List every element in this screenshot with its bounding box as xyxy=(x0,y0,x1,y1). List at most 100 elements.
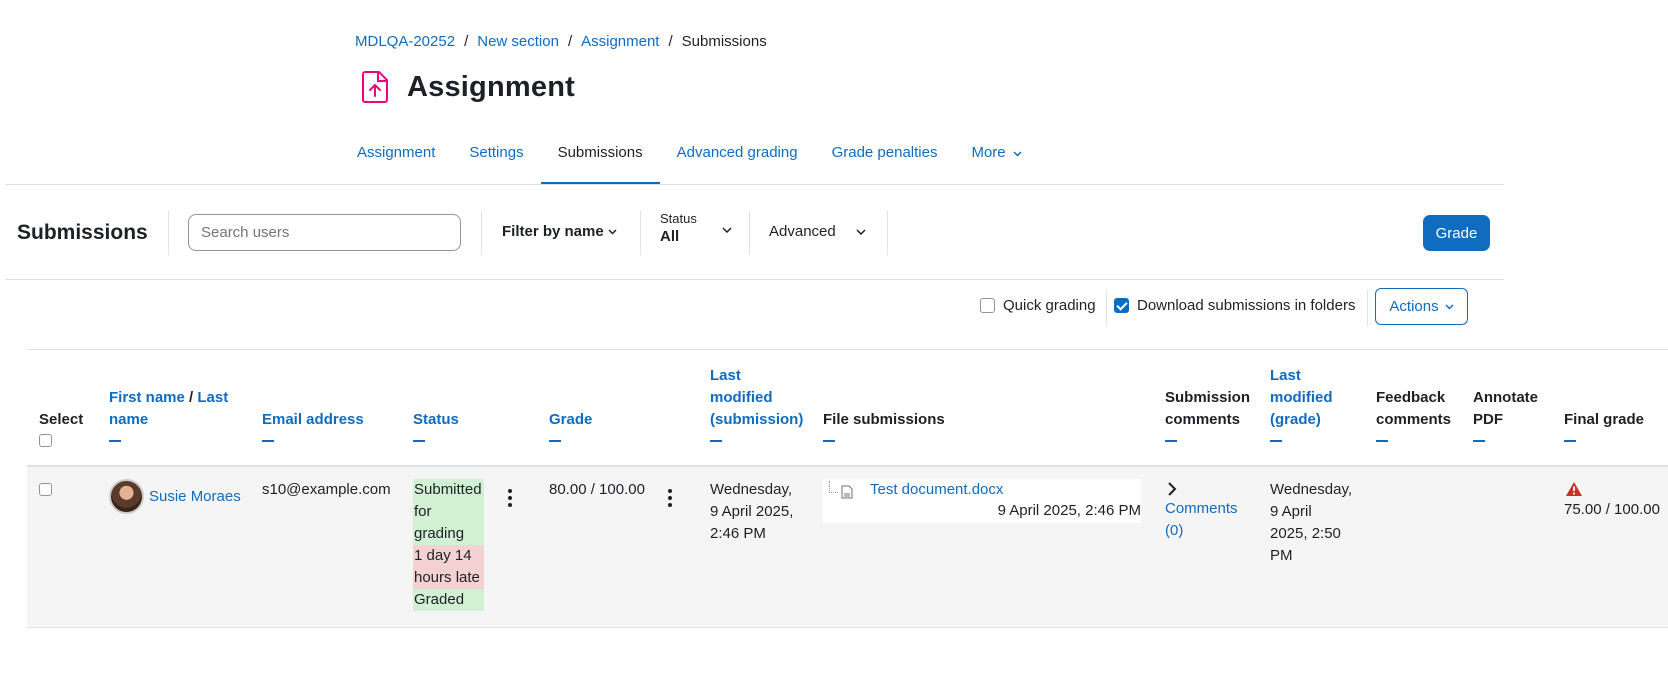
collapse-column-icon[interactable] xyxy=(549,440,561,442)
quick-grading-checkbox[interactable] xyxy=(980,298,995,313)
row-select-checkbox[interactable] xyxy=(39,483,52,496)
select-all-checkbox[interactable] xyxy=(39,434,52,447)
collapse-column-icon[interactable] xyxy=(710,440,722,442)
chevron-down-icon xyxy=(1445,303,1454,310)
header-sc-line2: comments xyxy=(1165,411,1241,428)
user-cell: Susie Moraes xyxy=(109,479,241,514)
breadcrumb-separator: / xyxy=(464,33,469,50)
comments-link-line1: Comments xyxy=(1165,500,1238,517)
table-options: Quick grading Download submissions in fo… xyxy=(0,288,1668,328)
collapse-column-icon[interactable] xyxy=(1376,440,1388,442)
collapse-column-icon[interactable] xyxy=(262,440,274,442)
grade-menu-kebab-icon[interactable] xyxy=(668,489,672,507)
collapse-column-icon[interactable] xyxy=(1270,440,1282,442)
header-last-modified-submission[interactable]: Last modified (submission) xyxy=(710,365,803,442)
status-menu-kebab-icon[interactable] xyxy=(508,489,512,507)
actions-label: Actions xyxy=(1389,298,1439,315)
sort-last-name-link[interactable]: Last xyxy=(197,389,228,406)
email-cell: s10@example.com xyxy=(262,481,391,498)
header-last-modified-grade[interactable]: Last modified (grade) xyxy=(1270,365,1333,442)
header-file-label: File submissions xyxy=(823,411,945,428)
collapse-column-icon[interactable] xyxy=(413,440,425,442)
grade-cell: 80.00 / 100.00 xyxy=(549,481,645,498)
status-filter-dropdown[interactable]: Status All xyxy=(660,211,732,245)
options-divider xyxy=(1367,290,1368,326)
header-annotate-pdf: Annotate PDF xyxy=(1473,387,1538,442)
user-name-link[interactable]: Susie Moraes xyxy=(149,486,241,508)
header-status[interactable]: Status xyxy=(413,409,459,442)
header-status-label: Status xyxy=(413,411,459,428)
header-sc-line1: Submission xyxy=(1165,389,1251,406)
download-folders-label: Download submissions in folders xyxy=(1137,297,1356,314)
collapse-column-icon[interactable] xyxy=(823,440,835,442)
submissions-table: Select First name / Last name Email addr… xyxy=(27,349,1668,628)
status-cell: Submitted for grading 1 day 14 hours lat… xyxy=(413,479,484,611)
avatar[interactable] xyxy=(109,479,144,514)
tab-advanced-grading[interactable]: Advanced grading xyxy=(660,134,815,185)
breadcrumb-course[interactable]: MDLQA-20252 xyxy=(355,33,455,50)
header-grade-label: Grade xyxy=(549,411,593,428)
header-lms-line1: Last xyxy=(710,367,741,384)
collapse-column-icon[interactable] xyxy=(1473,440,1485,442)
lms-value-line1: Wednesday, xyxy=(710,481,792,498)
header-email-label: Email address xyxy=(262,411,364,428)
download-folders-toggle[interactable]: Download submissions in folders xyxy=(1114,297,1355,314)
tab-settings[interactable]: Settings xyxy=(452,134,540,185)
header-submission-comments: Submission comments xyxy=(1165,387,1250,442)
header-grade[interactable]: Grade xyxy=(549,409,592,442)
search-users-input[interactable] xyxy=(188,214,461,251)
tab-assignment[interactable]: Assignment xyxy=(340,134,452,185)
header-name: First name / Last name xyxy=(109,387,239,442)
lms-value-line2: 9 April 2025, xyxy=(710,503,794,520)
header-fc-line2: comments xyxy=(1376,411,1452,428)
status-late-badge: 1 day 14 hours late xyxy=(413,545,484,589)
header-lms-line3: (submission) xyxy=(710,411,804,428)
quick-grading-toggle[interactable]: Quick grading xyxy=(980,297,1096,314)
toolbar-divider xyxy=(481,211,482,255)
tab-more[interactable]: More xyxy=(954,134,1038,185)
collapse-column-icon[interactable] xyxy=(109,440,121,442)
actions-button[interactable]: Actions xyxy=(1375,288,1468,325)
tab-submissions[interactable]: Submissions xyxy=(540,134,660,185)
file-date: 9 April 2025, 2:46 PM xyxy=(997,502,1141,519)
status-submitted-line2: for xyxy=(414,503,432,520)
download-folders-checkbox[interactable] xyxy=(1114,298,1129,313)
sort-first-name-link[interactable]: First name xyxy=(109,389,185,406)
breadcrumb-assignment[interactable]: Assignment xyxy=(581,33,659,50)
warning-icon xyxy=(1566,482,1582,496)
grade-button[interactable]: Grade xyxy=(1423,215,1490,251)
comments-link[interactable]: Comments (0) xyxy=(1165,500,1238,539)
header-lmg-line3: (grade) xyxy=(1270,411,1321,428)
tab-grade-penalties[interactable]: Grade penalties xyxy=(815,134,955,185)
options-divider xyxy=(1106,290,1107,326)
header-select-label: Select xyxy=(39,411,84,428)
status-filter-label: Status xyxy=(660,211,697,226)
filter-by-name-label: Filter by name xyxy=(502,223,604,240)
breadcrumb-current: Submissions xyxy=(681,33,767,50)
collapse-column-icon[interactable] xyxy=(1564,440,1576,442)
assignment-upload-icon xyxy=(358,70,392,104)
table-row: Susie Moraes s10@example.com Submitted f… xyxy=(27,467,1668,628)
filter-by-name-dropdown[interactable]: Filter by name xyxy=(502,223,617,240)
toolbar-divider xyxy=(640,211,641,255)
file-name-link[interactable]: Test document.docx xyxy=(870,479,1003,501)
collapse-column-icon[interactable] xyxy=(1165,440,1177,442)
chevron-down-icon xyxy=(1013,151,1022,157)
file-submission-box: Test document.docx 9 April 2025, 2:46 PM xyxy=(823,479,1141,523)
header-lms-line2: modified xyxy=(710,389,773,406)
breadcrumb-separator: / xyxy=(668,33,673,50)
last-modified-grade-cell: Wednesday, 9 April 2025, 2:50 PM xyxy=(1270,479,1352,567)
lmg-value-line4: PM xyxy=(1270,547,1293,564)
header-file-submissions: File submissions xyxy=(823,409,945,442)
final-grade-cell: 75.00 / 100.00 xyxy=(1564,479,1660,521)
advanced-filter-dropdown[interactable]: Advanced xyxy=(769,223,866,240)
toolbar-divider xyxy=(749,211,750,255)
header-email[interactable]: Email address xyxy=(262,409,364,442)
header-fc-line1: Feedback xyxy=(1376,389,1446,406)
breadcrumb-section[interactable]: New section xyxy=(477,33,559,50)
last-modified-submission-cell: Wednesday, 9 April 2025, 2:46 PM xyxy=(710,479,793,545)
status-graded-badge: Graded xyxy=(413,589,484,611)
chevron-right-icon[interactable] xyxy=(1167,482,1177,496)
sort-last-name-link-line2[interactable]: name xyxy=(109,411,148,428)
quick-grading-label: Quick grading xyxy=(1003,297,1096,314)
